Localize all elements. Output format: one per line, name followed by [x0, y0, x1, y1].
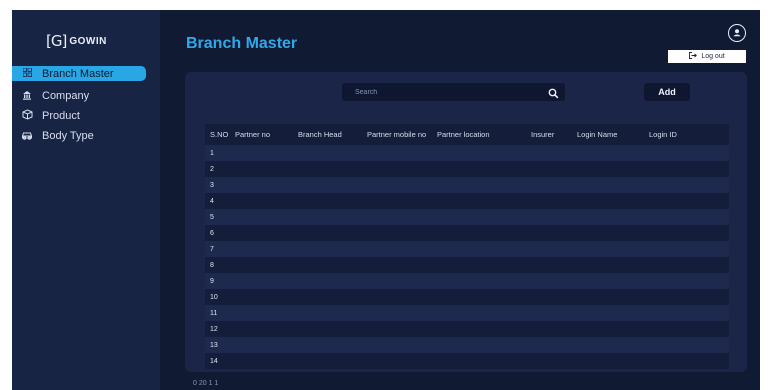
row-sno: 14 [210, 357, 218, 365]
car-icon [20, 130, 34, 143]
add-button[interactable]: Add [644, 83, 690, 101]
search-icon[interactable] [548, 86, 559, 104]
branch-panel: Add S.NO Partner no Branch Head Partner … [185, 72, 747, 372]
sidebar-item-label: Body Type [42, 130, 94, 142]
table-row[interactable]: 6 [205, 225, 729, 241]
row-sno: 7 [210, 245, 214, 253]
search-input[interactable] [342, 83, 542, 101]
column-header-insurer[interactable]: Insurer [527, 130, 573, 139]
column-header-sno[interactable]: S.NO [205, 130, 232, 139]
sidebar-item-label: Branch Master [42, 67, 114, 80]
grid-icon [20, 67, 34, 80]
table-row[interactable]: 12 [205, 321, 729, 337]
table-row[interactable]: 5 [205, 209, 729, 225]
table-row[interactable]: 11 [205, 305, 729, 321]
brand-logo: [G] GOWIN [46, 32, 107, 50]
column-header-partner-location[interactable]: Partner location [435, 130, 527, 139]
user-icon [733, 29, 741, 37]
logout-button[interactable]: Log out [668, 50, 746, 63]
logo-mark: [G] [46, 32, 67, 50]
sidebar-item-company[interactable]: Company [12, 86, 160, 106]
table-row[interactable]: 2 [205, 161, 729, 177]
row-sno: 1 [210, 149, 214, 157]
app-window: [G] GOWIN Branch Master Company Product … [12, 10, 760, 390]
sidebar-item-body-type[interactable]: Body Type [12, 126, 160, 146]
row-sno: 13 [210, 341, 218, 349]
bank-icon [20, 90, 34, 103]
row-sno: 11 [210, 309, 218, 317]
table-header: S.NO Partner no Branch Head Partner mobi… [205, 124, 729, 145]
logout-label: Log out [701, 53, 725, 60]
row-sno: 5 [210, 213, 214, 221]
sidebar-item-label: Product [42, 110, 80, 122]
table-row[interactable]: 10 [205, 289, 729, 305]
table-row[interactable]: 7 [205, 241, 729, 257]
column-header-partner-mobile[interactable]: Partner mobile no [365, 130, 435, 139]
table-row[interactable]: 3 [205, 177, 729, 193]
table-row[interactable]: 4 [205, 193, 729, 209]
box-icon [20, 109, 34, 123]
table-body: 1 2 3 4 5 6 7 8 9 10 11 12 13 14 [205, 145, 729, 369]
row-sno: 4 [210, 197, 214, 205]
row-sno: 12 [210, 325, 218, 333]
table-row[interactable]: 14 [205, 353, 729, 369]
sidebar-item-label: Company [42, 90, 90, 102]
page-title: Branch Master [186, 35, 298, 52]
row-sno: 10 [210, 293, 218, 301]
column-header-login-name[interactable]: Login Name [573, 130, 647, 139]
branch-table: S.NO Partner no Branch Head Partner mobi… [205, 124, 729, 369]
logout-icon [689, 52, 698, 61]
row-sno: 9 [210, 277, 214, 285]
sidebar: [G] GOWIN Branch Master Company Product … [12, 10, 160, 390]
sidebar-item-product[interactable]: Product [12, 106, 160, 126]
pagination-info: 0 20 1 1 [193, 380, 219, 387]
column-header-branch-head[interactable]: Branch Head [285, 130, 365, 139]
search-box [342, 83, 565, 101]
column-header-partner-no[interactable]: Partner no [232, 130, 285, 139]
row-sno: 6 [210, 229, 214, 237]
row-sno: 3 [210, 181, 214, 189]
table-row[interactable]: 9 [205, 273, 729, 289]
main-content: Branch Master Log out Add S.NO Partner n [160, 10, 760, 390]
logo-text: GOWIN [69, 35, 107, 47]
user-avatar[interactable] [728, 24, 746, 42]
table-row[interactable]: 13 [205, 337, 729, 353]
table-row[interactable]: 8 [205, 257, 729, 273]
sidebar-item-branch-master[interactable]: Branch Master [12, 66, 146, 81]
column-header-login-id[interactable]: Login ID [647, 130, 729, 139]
row-sno: 8 [210, 261, 214, 269]
table-row[interactable]: 1 [205, 145, 729, 161]
sidebar-nav: Branch Master Company Product Body Type [12, 66, 160, 146]
row-sno: 2 [210, 165, 214, 173]
